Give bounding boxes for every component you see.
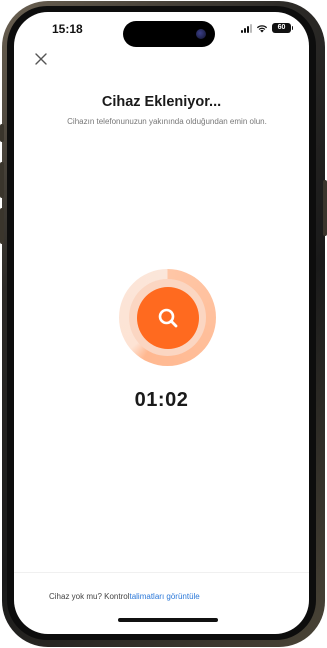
footer-divider (14, 572, 309, 573)
dynamic-island (123, 21, 215, 47)
home-indicator[interactable] (118, 618, 218, 622)
status-bar: 15:18 60 (14, 12, 309, 52)
screen: 15:18 60 Cihaz Ekleniyor... Cihazın tele… (14, 12, 309, 634)
search-button[interactable] (137, 287, 199, 349)
signal-icon (241, 23, 252, 33)
action-button (0, 124, 4, 142)
wifi-icon (256, 24, 268, 33)
footer-help: Cihaz yok mu? Kontroltalimatları görüntü… (49, 592, 200, 601)
page-title: Cihaz Ekleniyor... (101, 94, 222, 110)
page-subtitle: Cihazın telefonunuzun yakınında olduğund… (67, 117, 267, 126)
close-icon (35, 53, 47, 65)
search-icon (158, 308, 178, 328)
volume-up-button (0, 162, 4, 198)
status-icons: 60 (241, 23, 293, 33)
volume-down-button (0, 208, 4, 244)
search-timer: 01:02 (134, 389, 189, 411)
front-camera (196, 29, 206, 39)
footer-prompt: Cihaz yok mu? Kontrol (49, 592, 130, 601)
close-button[interactable] (32, 50, 50, 68)
view-instructions-link[interactable]: talimatları görüntüle (129, 592, 199, 601)
power-button (323, 180, 327, 236)
status-time: 15:18 (52, 22, 83, 36)
battery-icon: 60 (272, 23, 293, 33)
